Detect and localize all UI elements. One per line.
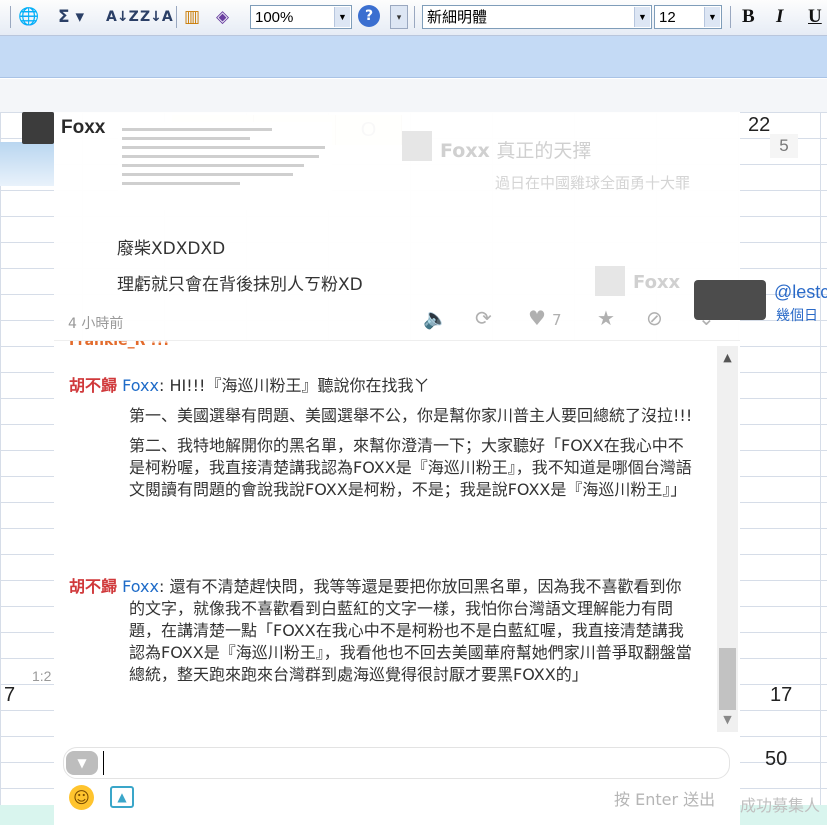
drawing-icon[interactable]: ◈ xyxy=(216,5,229,29)
faded-avatar xyxy=(595,266,625,296)
text-caret xyxy=(103,751,104,775)
comment-reply-to[interactable]: Foxx xyxy=(122,577,159,596)
comments-panel[interactable]: Frankie_R !!! 胡不歸 Foxx: HI!!!『海巡川粉王』聽說你在… xyxy=(54,340,740,733)
comment-paragraph: 第二、我特地解開你的黑名單，來幫你澄清一下；大家聽好「FOXX在我心中不是柯粉喔… xyxy=(129,436,692,499)
comment-head: 胡不歸 Foxx: 還有不清楚趕快問，我等等還是要把你放回黑名單，因為我不喜歡看… xyxy=(69,576,694,686)
faded-username-text: Foxx xyxy=(440,140,490,162)
avatar[interactable] xyxy=(22,112,54,144)
image-icon[interactable]: ▲ xyxy=(110,786,134,808)
zoom-value: 100% xyxy=(255,9,294,26)
sheet-cell-value[interactable]: 7 xyxy=(4,684,15,707)
side-avatar[interactable] xyxy=(694,280,766,320)
like-count: 7 xyxy=(552,311,562,329)
zoom-select[interactable]: 100% ▼ xyxy=(250,5,352,29)
post-text: 廢柴XDXDXD xyxy=(117,239,226,259)
sheet-cell-value: 1:2 xyxy=(32,668,52,684)
sheet-cell-value[interactable]: 5 xyxy=(770,134,798,158)
chevron-down-icon[interactable]: ▼ xyxy=(704,7,720,27)
internet-icon[interactable]: 🌐 xyxy=(18,5,39,29)
comment-text: : 還有不清楚趕快問，我等等還是要把你放回黑名單，因為我不喜歡看到你的文字，就像… xyxy=(129,577,692,684)
repost-icon[interactable]: ⟳ xyxy=(475,306,492,330)
font-name-select[interactable]: 新細明體 ▼ xyxy=(422,5,652,29)
italic-button[interactable]: I xyxy=(776,5,783,29)
comment-head: 胡不歸 Foxx: HI!!!『海巡川粉王』聽說你在找我ㄚ xyxy=(69,375,694,397)
thumbnail-text-line xyxy=(122,173,294,176)
chevron-down-icon[interactable]: ▼ xyxy=(66,751,98,775)
sheet-cell-value[interactable]: 50 xyxy=(765,748,787,771)
scrollbar-thumb[interactable] xyxy=(719,648,736,710)
post-username[interactable]: Foxx xyxy=(61,117,105,139)
thumbnail-text-line xyxy=(122,164,304,167)
faded-username: Foxx xyxy=(633,272,681,293)
post-text: 理虧就只會在背後抹別人ㄎ粉XD xyxy=(117,275,363,295)
star-icon[interactable]: ★ xyxy=(597,306,615,330)
ribbon-band xyxy=(0,36,827,78)
comment-item: 胡不歸 Foxx: HI!!!『海巡川粉王』聽說你在找我ㄚ 第一、美國選舉有問題… xyxy=(69,375,694,501)
faded-post-title: 真正的天擇 xyxy=(496,140,592,162)
comment-fragment: Frankie_R !!! xyxy=(69,340,170,349)
thumbnail-text-line xyxy=(122,182,240,185)
side-subtext: 幾個日 xyxy=(776,308,818,324)
mute-icon[interactable]: 🔈 xyxy=(423,306,448,330)
sum-icon[interactable]: Σ ▾ xyxy=(58,5,84,29)
toolbar-separator xyxy=(414,6,415,28)
comment-paragraph: 第一、美國選舉有問題、美國選舉不公，你是幫你家川普主人要回總統了沒拉!!! xyxy=(129,406,693,425)
font-size-value: 12 xyxy=(659,9,676,26)
bold-button[interactable]: B xyxy=(742,5,755,29)
font-size-select[interactable]: 12 ▼ xyxy=(654,5,722,29)
toolbar-separator xyxy=(730,6,731,28)
thumbnail-text-line xyxy=(122,146,326,149)
font-name-value: 新細明體 xyxy=(427,9,488,26)
chevron-down-icon[interactable]: ▼ xyxy=(334,7,350,27)
sort-desc-icon[interactable]: Z↓A xyxy=(140,5,173,29)
toolbar-separator xyxy=(176,6,177,28)
thumbnail-text-line xyxy=(122,155,319,158)
comment-reply-to[interactable]: Foxx xyxy=(122,376,159,395)
toolbar-options-button[interactable]: ▾ xyxy=(390,5,408,29)
thumbnail-text-line xyxy=(122,128,272,131)
toolbar-separator xyxy=(10,6,11,28)
post-timestamp[interactable]: 4 小時前 xyxy=(68,313,123,333)
faded-avatar xyxy=(402,131,432,161)
comment-item: 胡不歸 Foxx: 還有不清楚趕快問，我等等還是要把你放回黑名單，因為我不喜歡看… xyxy=(69,576,694,686)
formula-band xyxy=(0,79,827,112)
post-image-thumbnail[interactable] xyxy=(118,122,332,210)
comment-author[interactable]: 胡不歸 xyxy=(69,376,117,395)
side-handle[interactable]: @lestc xyxy=(774,282,827,303)
chart-icon[interactable]: ▥ xyxy=(184,5,200,29)
heart-icon[interactable]: ♥ xyxy=(528,306,546,330)
excel-toolbar: 🌐 Σ ▾ A↓Z Z↓A ▥ ◈ 100% ▼ ? ▾ 新細明體 ▼ 12 ▼… xyxy=(0,0,827,36)
underline-button[interactable]: U xyxy=(808,5,822,29)
help-icon[interactable]: ? xyxy=(358,5,380,27)
faded-username: Foxx 真正的天擇 xyxy=(440,136,591,163)
sky-photo xyxy=(0,142,54,186)
send-hint: 按 Enter 送出 xyxy=(614,790,716,809)
sheet-cell-value[interactable]: 17 xyxy=(770,684,792,707)
sort-asc-icon[interactable]: A↓Z xyxy=(106,5,139,29)
comments-scrollbar[interactable]: ▲ ▼ xyxy=(717,346,738,732)
comment-text: : HI!!!『海巡川粉王』聽說你在找我ㄚ xyxy=(158,376,430,395)
comment-author[interactable]: 胡不歸 xyxy=(69,577,117,596)
comment-input[interactable] xyxy=(63,747,730,779)
emoji-icon[interactable]: ☺ xyxy=(69,785,94,810)
sheet-cell-value[interactable]: 22 xyxy=(748,114,770,137)
block-icon[interactable]: ⊘ xyxy=(646,306,663,330)
chevron-down-icon[interactable]: ▼ xyxy=(634,7,650,27)
thumbnail-text-line xyxy=(122,137,251,140)
scroll-down-icon[interactable]: ▼ xyxy=(717,710,738,730)
sheet-cell-value: 成功募集人 xyxy=(740,796,821,815)
faded-post-text: 過日在中國雞球全面勇十大罪 xyxy=(495,174,691,192)
scroll-up-icon[interactable]: ▲ xyxy=(717,348,738,368)
